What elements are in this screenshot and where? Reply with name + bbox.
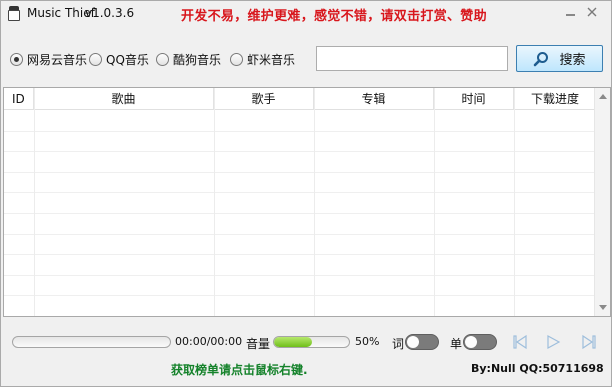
playback-time: 00:00/00:00 (175, 335, 243, 348)
single-loop-toggle[interactable] (463, 334, 497, 350)
minimize-button[interactable] (561, 3, 579, 21)
column-divider (214, 88, 215, 316)
radio-dot[interactable] (10, 52, 23, 66)
empty-row-line (4, 234, 596, 235)
radio-dot[interactable] (156, 52, 169, 66)
lyrics-toggle[interactable] (405, 334, 439, 350)
column-header-progress[interactable]: 下载进度 (514, 88, 596, 110)
scroll-up-icon[interactable] (599, 94, 607, 99)
radio-label[interactable]: 酷狗音乐 (173, 51, 221, 68)
empty-row-line (4, 295, 596, 296)
empty-row-line (4, 131, 596, 132)
column-divider (34, 88, 35, 316)
close-icon (587, 7, 597, 17)
skip-forward-icon (582, 334, 596, 350)
title-bar[interactable]: Music Thief v1.0.3.6 开发不易，维护更难，感觉不错，请双击打… (1, 1, 611, 27)
footer-hint: 获取榜单请点击鼠标右键. (171, 363, 308, 377)
author-info: By:Null QQ:50711698 (471, 362, 604, 375)
column-divider (314, 88, 315, 316)
radio-dot[interactable] (89, 52, 102, 66)
minimize-icon (565, 14, 575, 16)
empty-row-line (4, 192, 596, 193)
table-body[interactable] (4, 110, 596, 316)
toggle-knob (407, 336, 419, 348)
close-button[interactable] (583, 3, 601, 21)
song-table[interactable]: ID 歌曲 歌手 专辑 时间 下载进度 (3, 87, 611, 317)
empty-row-line (4, 213, 596, 214)
empty-row-line (4, 316, 596, 317)
radio-xiami[interactable]: 虾米音乐 (230, 51, 295, 67)
radio-kugou[interactable]: 酷狗音乐 (156, 51, 221, 67)
radio-qq[interactable]: QQ音乐 (89, 51, 149, 67)
search-button[interactable]: 搜索 (516, 45, 603, 72)
search-input[interactable] (316, 46, 508, 71)
vertical-scrollbar[interactable] (594, 88, 610, 316)
single-toggle-label: 单 (450, 337, 463, 351)
radio-label[interactable]: 网易云音乐 (27, 51, 87, 68)
lyrics-toggle-label: 词 (392, 337, 405, 351)
toggle-knob (465, 336, 477, 348)
play-button[interactable] (545, 334, 561, 350)
donation-notice[interactable]: 开发不易，维护更难，感觉不错，请双击打赏、赞助 (181, 5, 487, 24)
column-divider (434, 88, 435, 316)
column-header-song[interactable]: 歌曲 (34, 88, 214, 110)
radio-netease[interactable]: 网易云音乐 (10, 51, 87, 67)
app-version: v1.0.3.6 (85, 6, 135, 20)
volume-slider[interactable] (273, 336, 350, 348)
radio-label[interactable]: QQ音乐 (106, 51, 149, 68)
next-button[interactable] (581, 334, 597, 350)
search-button-label: 搜索 (559, 53, 586, 68)
radio-dot[interactable] (230, 52, 243, 66)
playback-progress-slider[interactable] (12, 336, 171, 348)
empty-row-line (4, 172, 596, 173)
scroll-down-icon[interactable] (599, 305, 607, 310)
column-divider (514, 88, 515, 316)
column-header-album[interactable]: 专辑 (314, 88, 434, 110)
volume-label: 音量 (246, 337, 271, 351)
main-window: Music Thief v1.0.3.6 开发不易，维护更难，感觉不错，请双击打… (0, 0, 612, 387)
play-icon (547, 334, 561, 350)
magnifier-icon (534, 51, 549, 66)
empty-row-line (4, 254, 596, 255)
column-header-time[interactable]: 时间 (434, 88, 514, 110)
volume-percent: 50% (355, 335, 380, 348)
bottle-icon (8, 6, 20, 21)
column-header-id[interactable]: ID (4, 88, 34, 110)
empty-row-line (4, 151, 596, 152)
skip-back-icon (513, 334, 527, 350)
table-header: ID 歌曲 歌手 专辑 时间 下载进度 (4, 88, 596, 110)
radio-label[interactable]: 虾米音乐 (247, 51, 295, 68)
volume-fill (274, 337, 312, 347)
column-header-singer[interactable]: 歌手 (214, 88, 314, 110)
empty-row-line (4, 275, 596, 276)
previous-button[interactable] (512, 334, 528, 350)
